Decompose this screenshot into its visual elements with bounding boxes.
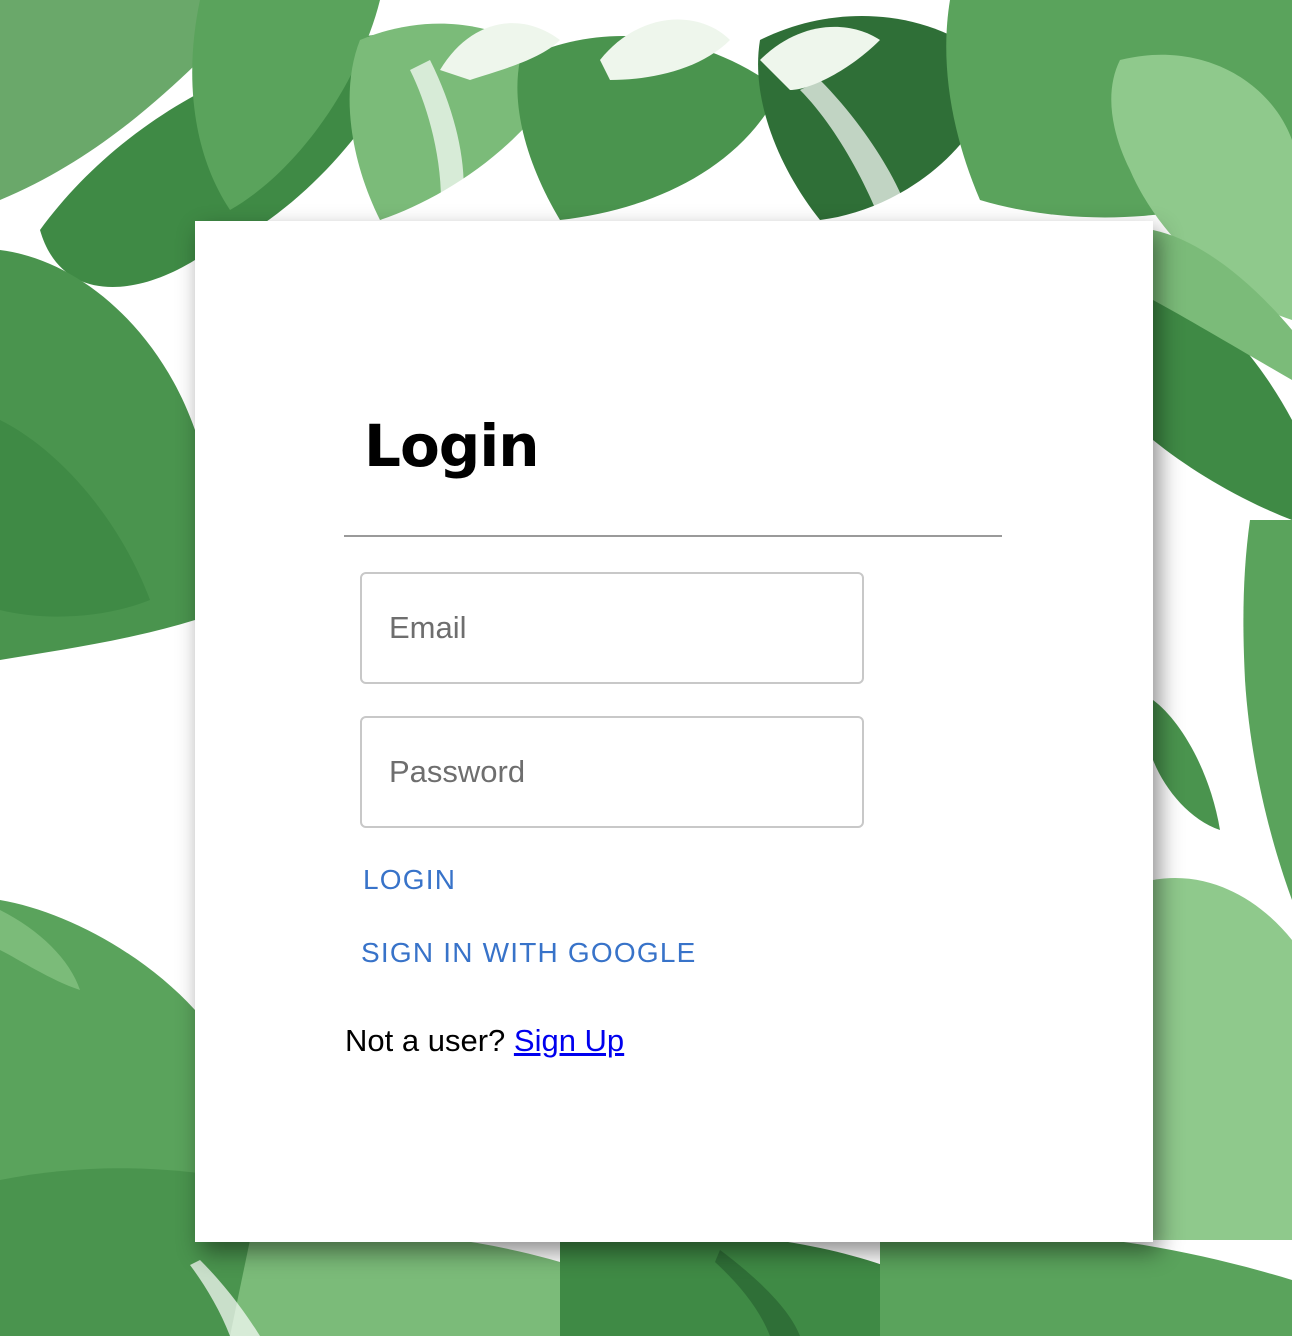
email-field[interactable] (360, 572, 864, 684)
page-title: Login (364, 412, 539, 480)
password-field[interactable] (360, 716, 864, 828)
title-divider (344, 535, 1002, 537)
login-card: Login LOGIN SIGN IN WITH GOOGLE Not a us… (195, 221, 1153, 1242)
login-button[interactable]: LOGIN (363, 866, 456, 894)
google-signin-button[interactable]: SIGN IN WITH GOOGLE (361, 939, 697, 967)
signup-prompt-row: Not a user? Sign Up (345, 1025, 624, 1056)
signup-link[interactable]: Sign Up (514, 1023, 624, 1058)
signup-prompt-text: Not a user? (345, 1023, 506, 1058)
